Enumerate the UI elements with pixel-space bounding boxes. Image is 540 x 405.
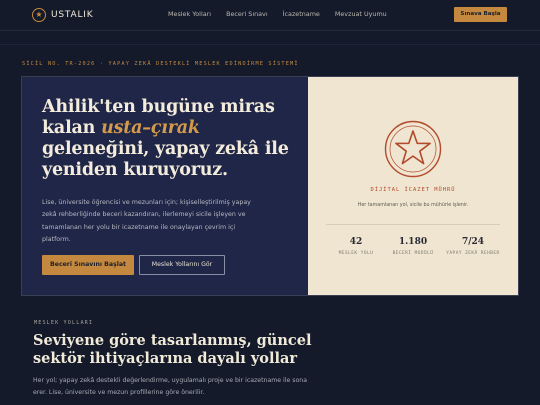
stat-value: 7/24 [461, 237, 485, 247]
stat-label: MESLEK YOLU [338, 251, 374, 256]
brand-name: USTALIK [51, 10, 94, 20]
divider [326, 224, 500, 225]
brand[interactable]: ★ USTALIK [32, 8, 93, 22]
hero-description: Lise, üniversite öğrencisi ve mezunları … [42, 199, 251, 243]
divider [0, 44, 540, 45]
hero-card: Ahilik'ten bugüne miras kalan usta–çırak… [21, 76, 519, 296]
start-exam-button[interactable]: Sınava Başla [454, 7, 507, 22]
nav-link-icazetname[interactable]: İcazetname [283, 10, 320, 18]
star-icon: ★ [32, 8, 46, 22]
seal-panel: DİJİTAL İCAZET MÜHRÜ Her tamamlanan yol,… [308, 77, 518, 295]
stat-value: 42 [349, 237, 363, 247]
star-seal-icon [384, 120, 442, 178]
nav-link-mevzuat-uyumu[interactable]: Mevzuat Uyumu [335, 10, 387, 18]
hero-panel: Ahilik'ten bugüne miras kalan usta–çırak… [22, 77, 308, 295]
seal-title: DİJİTAL İCAZET MÜHRÜ [370, 187, 456, 193]
start-skill-exam-button[interactable]: Beceri Sınavını Başlat [42, 255, 134, 275]
nav-link-beceri-sinavi[interactable]: Beceri Sınavı [226, 10, 268, 18]
headline-text-end: geleneğini, yapay zekâ ile yeniden kuruy… [42, 139, 289, 180]
section-title: Seviyene göre tasarlanmış, güncel sektör… [33, 332, 312, 367]
hero-headline: Ahilik'ten bugüne miras kalan usta–çırak… [42, 97, 292, 181]
section-eyebrow: MESLEK YOLLARI [34, 320, 94, 326]
nav-links: Meslek Yolları Beceri Sınavı İcazetname … [168, 10, 387, 18]
headline-accent: usta–çırak [101, 118, 200, 138]
stat-ai-guide: 7/24 YAPAY ZEKÂ REHBER [433, 237, 513, 256]
stat-label: YAPAY ZEKÂ REHBER [446, 251, 500, 256]
stat-career-paths: 42 MESLEK YOLU [326, 237, 386, 256]
hero-eyebrow: SİCİL NO. TR-2026 · YAPAY ZEKÂ DESTEKLİ … [22, 61, 299, 67]
seal-subtitle: Her tamamlanan yol, sicile bu mühürle iş… [357, 203, 469, 208]
top-nav: ★ USTALIK Meslek Yolları Beceri Sınavı İ… [0, 0, 540, 31]
view-career-paths-button[interactable]: Meslek Yollarını Gör [139, 255, 225, 275]
nav-link-meslek-yollari[interactable]: Meslek Yolları [168, 10, 211, 18]
section-description: Her yol; yapay zekâ destekli değerlendir… [33, 377, 307, 396]
